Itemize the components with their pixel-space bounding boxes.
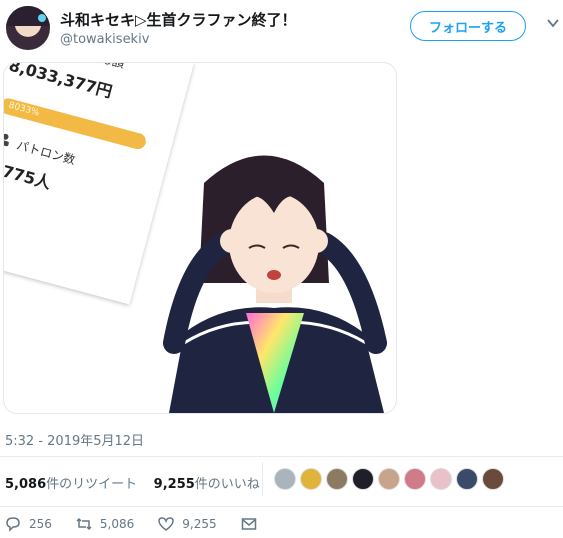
liker-avatar[interactable]: [352, 468, 374, 490]
liker-avatar[interactable]: [300, 468, 322, 490]
heart-icon: [158, 517, 175, 531]
retweet-stat-label: 件のリツイート: [46, 477, 138, 492]
direct-message-button[interactable]: [241, 516, 257, 532]
reply-icon: [6, 517, 20, 532]
like-button[interactable]: 9,255: [158, 516, 217, 532]
divider: [0, 506, 563, 507]
liker-avatar[interactable]: [430, 468, 452, 490]
tweet-actions: 256 5,086 9,255: [5, 516, 281, 532]
envelope-icon: [241, 518, 256, 530]
retweet-stat[interactable]: 5,086件のリツイート: [5, 477, 137, 492]
total-support-amount: 8,033,377円: [6, 62, 115, 102]
users-icon: [4, 133, 9, 147]
retweet-count: 5,086: [99, 517, 135, 531]
follow-button[interactable]: フォローする: [410, 11, 526, 41]
stats-divider: [262, 462, 263, 496]
like-stat[interactable]: 9,255件のいいね: [154, 477, 260, 492]
tweet-media[interactable]: ¥ 現在の支援総額 8,033,377円 8033% パトロン数 1,775人: [3, 62, 397, 414]
progress-percent: 8033%: [7, 100, 41, 119]
liker-avatar[interactable]: [326, 468, 348, 490]
retweet-button[interactable]: 5,086: [76, 516, 134, 532]
liker-avatars: [274, 468, 504, 490]
character-illustration: [163, 155, 387, 413]
like-stat-label: 件のいいね: [194, 477, 260, 492]
divider: [0, 456, 563, 457]
like-stat-count: 9,255: [153, 477, 195, 492]
tweet-timestamp[interactable]: 5:32 - 2019年5月12日: [5, 430, 144, 449]
chevron-down-icon[interactable]: [546, 16, 560, 30]
like-count: 9,255: [182, 517, 217, 531]
liker-avatar[interactable]: [404, 468, 426, 490]
engagement-stats: 5,086件のリツイート 9,255件のいいね: [5, 473, 260, 492]
reply-count: 256: [29, 517, 52, 531]
liker-avatar[interactable]: [378, 468, 400, 490]
liker-avatar[interactable]: [274, 468, 296, 490]
avatar-accent: [38, 14, 46, 22]
author-handle[interactable]: @towakisekiv: [60, 32, 149, 47]
author-avatar[interactable]: [6, 6, 50, 50]
retweet-icon: [76, 517, 92, 531]
reply-button[interactable]: 256: [5, 516, 52, 532]
liker-avatar[interactable]: [482, 468, 504, 490]
retweet-stat-count: 5,086: [5, 477, 47, 492]
author-name[interactable]: 斗和キセキ▷生首クラファン終了！: [60, 9, 297, 30]
liker-avatar[interactable]: [456, 468, 478, 490]
